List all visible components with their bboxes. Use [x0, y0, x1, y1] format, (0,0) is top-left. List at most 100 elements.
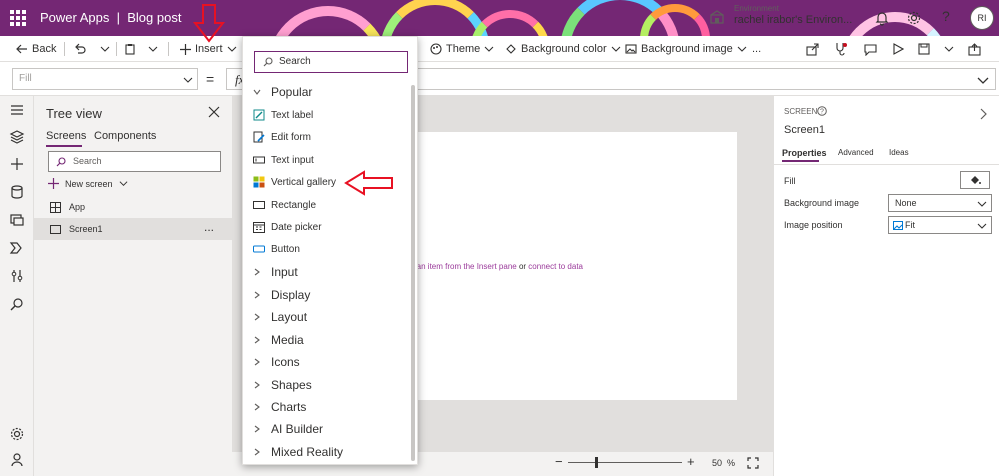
- environment-name[interactable]: rachel irabor's Environ...: [734, 14, 852, 26]
- rectangle-icon: [253, 201, 265, 209]
- preview-play-button[interactable]: [892, 36, 904, 62]
- more-commands-button[interactable]: ...: [752, 36, 761, 62]
- back-button[interactable]: Back: [16, 36, 56, 62]
- search-icon[interactable]: [9, 296, 25, 312]
- chevron-down-icon[interactable]: [977, 74, 989, 86]
- chevron-down-icon: [484, 46, 494, 52]
- zoom-slider-thumb[interactable]: [595, 457, 598, 468]
- chevron-right-icon[interactable]: [978, 108, 988, 120]
- tree-view-title: Tree view: [46, 106, 102, 121]
- fit-to-window-icon[interactable]: [747, 457, 759, 469]
- info-icon[interactable]: ?: [817, 106, 827, 116]
- notifications-bell-icon[interactable]: [874, 10, 890, 26]
- document-name[interactable]: Blog post: [127, 10, 181, 25]
- scrollbar[interactable]: [411, 85, 415, 461]
- category-shapes[interactable]: Shapes: [253, 378, 312, 392]
- category-label: Icons: [271, 355, 300, 369]
- settings-gear-icon[interactable]: [906, 10, 922, 26]
- tab-ideas[interactable]: Ideas: [889, 148, 909, 157]
- fill-color-picker[interactable]: [960, 171, 990, 189]
- category-input[interactable]: Input: [253, 265, 298, 279]
- connect-to-data-link[interactable]: connect to data: [528, 262, 583, 271]
- settings-gear-icon[interactable]: [9, 426, 25, 442]
- chevron-down-icon: [944, 46, 954, 52]
- chevron-down-icon: [977, 223, 987, 229]
- power-automate-icon[interactable]: [9, 240, 25, 256]
- media-icon[interactable]: [9, 212, 25, 228]
- insert-item-text-label[interactable]: Text label: [253, 109, 313, 121]
- paste-button[interactable]: [124, 36, 136, 62]
- undo-button[interactable]: [74, 36, 86, 62]
- background-image-dropdown[interactable]: None: [888, 194, 992, 212]
- app-checker-button[interactable]: [834, 36, 848, 62]
- category-charts[interactable]: Charts: [253, 400, 306, 414]
- insert-search-input[interactable]: Search: [254, 51, 408, 73]
- tree-search-input[interactable]: Search: [48, 151, 221, 172]
- insert-item-button[interactable]: Button: [253, 243, 300, 255]
- theme-button[interactable]: Theme: [430, 36, 494, 62]
- insert-item-label: Date picker: [271, 221, 322, 233]
- paint-bucket-icon: [506, 44, 516, 54]
- screen-name: Screen1: [784, 124, 825, 136]
- share-button[interactable]: [806, 36, 819, 62]
- category-media[interactable]: Media: [253, 333, 304, 347]
- paste-dropdown-button[interactable]: [148, 36, 158, 62]
- image-position-dropdown[interactable]: Fit: [888, 216, 992, 234]
- app-launcher-icon[interactable]: [10, 10, 26, 26]
- publish-icon: [968, 42, 981, 56]
- category-layout[interactable]: Layout: [253, 310, 307, 324]
- zoom-out-button[interactable]: −: [555, 454, 563, 469]
- zoom-in-button[interactable]: +: [687, 454, 695, 469]
- chevron-down-icon: [611, 46, 620, 52]
- background-image-button[interactable]: Background image: [625, 36, 747, 62]
- tab-screens[interactable]: Screens: [46, 130, 86, 142]
- virtual-agent-icon[interactable]: [9, 452, 25, 468]
- chevron-right-icon: [254, 425, 260, 433]
- control-type-label: SCREEN: [784, 107, 818, 116]
- new-screen-button[interactable]: New screen: [48, 178, 128, 189]
- save-button[interactable]: [918, 36, 930, 62]
- rainbow-decoration: [840, 12, 950, 36]
- category-ai-builder[interactable]: AI Builder: [253, 422, 323, 436]
- data-database-icon[interactable]: [9, 184, 25, 200]
- tab-properties[interactable]: Properties: [782, 148, 827, 158]
- help-icon[interactable]: ?: [942, 8, 950, 24]
- undo-dropdown-button[interactable]: [100, 36, 110, 62]
- comments-button[interactable]: [864, 36, 877, 62]
- advanced-tools-icon[interactable]: [9, 268, 25, 284]
- zoom-slider[interactable]: [568, 462, 682, 463]
- new-screen-label: New screen: [65, 178, 113, 189]
- user-avatar[interactable]: RI: [970, 6, 994, 30]
- tree-view-layers-icon[interactable]: [9, 129, 25, 145]
- tab-advanced[interactable]: Advanced: [838, 148, 874, 157]
- tree-item-screen1[interactable]: Screen1 ...: [34, 218, 232, 240]
- insert-plus-icon[interactable]: [9, 156, 25, 172]
- property-dropdown[interactable]: Fill: [12, 68, 198, 90]
- app-name: Power Apps: [40, 10, 110, 25]
- insert-item-edit-form[interactable]: Edit form: [253, 131, 311, 143]
- category-display[interactable]: Display: [253, 288, 310, 302]
- category-popular[interactable]: Popular: [253, 85, 312, 99]
- category-mixed-reality[interactable]: Mixed Reality: [253, 445, 343, 459]
- close-icon[interactable]: [208, 106, 220, 118]
- insert-item-label: Rectangle: [271, 199, 317, 211]
- palette-icon: [430, 43, 442, 55]
- paste-clipboard-icon: [125, 44, 135, 55]
- more-options-button[interactable]: ...: [204, 220, 214, 234]
- insert-item-rectangle[interactable]: Rectangle: [253, 199, 316, 211]
- insert-item-label: Text input: [271, 154, 314, 166]
- save-dropdown-button[interactable]: [944, 36, 954, 62]
- insert-item-text-input[interactable]: Text input: [253, 154, 314, 166]
- stethoscope-icon: [836, 43, 847, 56]
- tree-item-app[interactable]: App: [34, 196, 232, 218]
- publish-button[interactable]: [968, 36, 981, 62]
- properties-pane: SCREEN ? Screen1 Properties Advanced Ide…: [773, 96, 999, 476]
- chevron-down-icon: [737, 46, 747, 52]
- category-icons[interactable]: Icons: [253, 355, 300, 369]
- chevron-down-icon: [253, 89, 261, 95]
- background-color-button[interactable]: Background color: [505, 36, 621, 62]
- insert-item-date-picker[interactable]: Date picker: [253, 221, 322, 233]
- hamburger-menu-icon[interactable]: [9, 102, 25, 118]
- tab-components[interactable]: Components: [94, 130, 156, 142]
- insert-item-vertical-gallery[interactable]: Vertical gallery: [253, 176, 336, 188]
